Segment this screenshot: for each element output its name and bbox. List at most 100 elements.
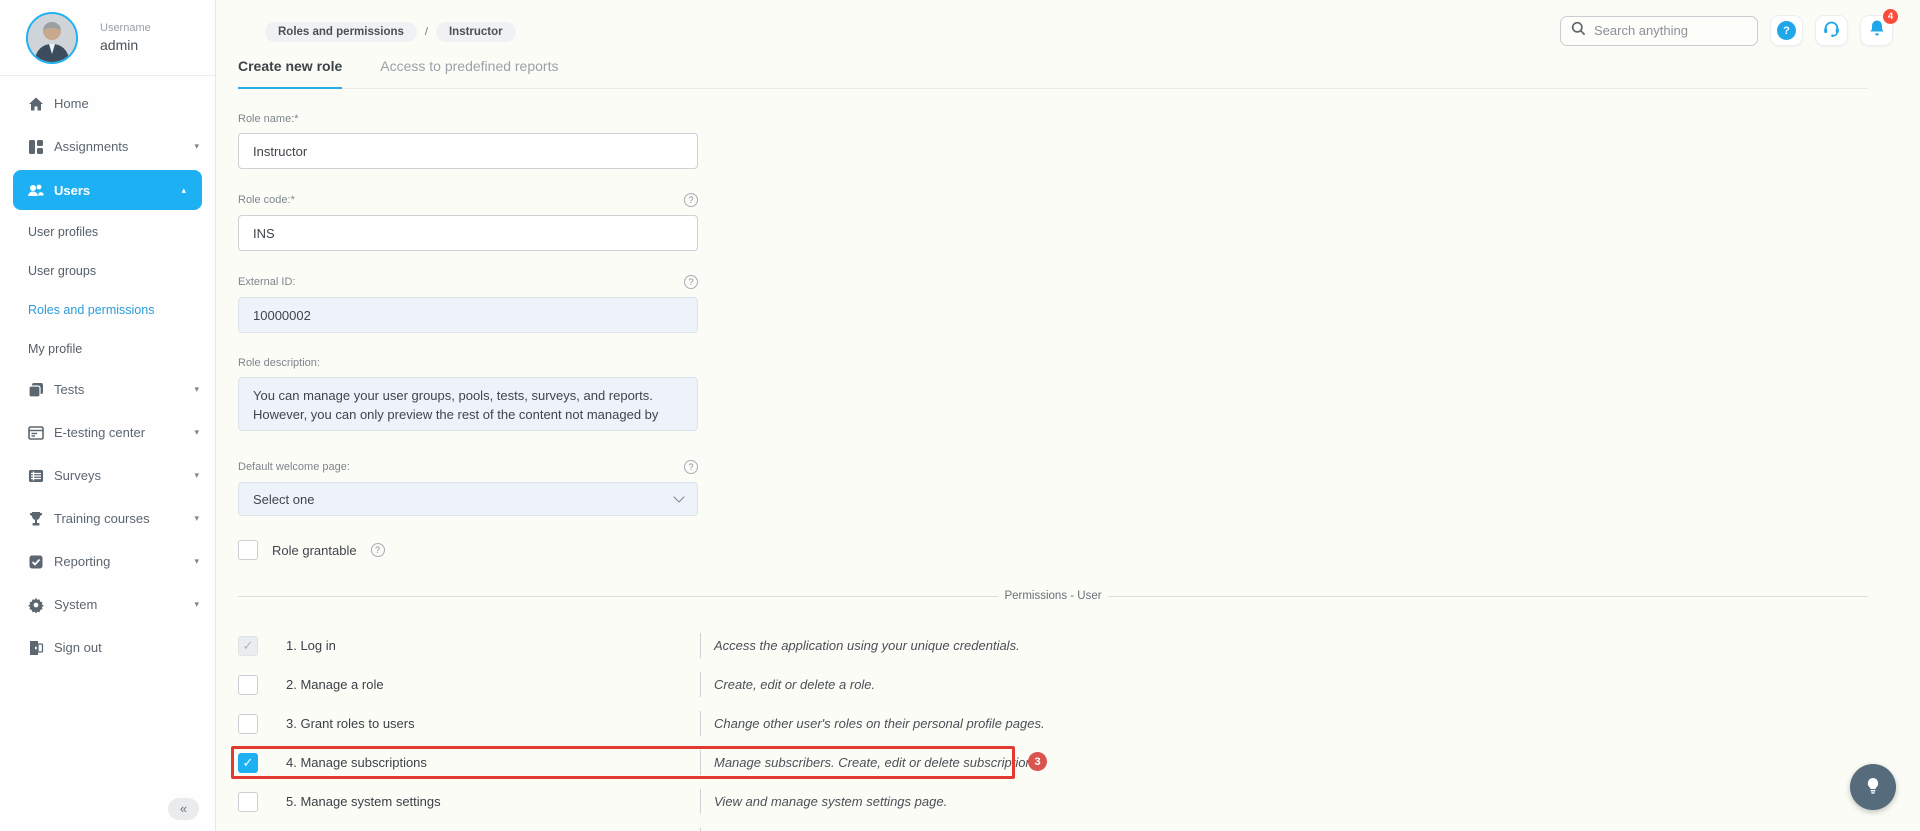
- role-code-label: Role code:*: [238, 194, 295, 206]
- field-role-grantable: ✓ Role grantable ?: [238, 540, 698, 560]
- tab-create-new-role[interactable]: Create new role: [238, 58, 343, 89]
- sidebar-menu: Home Assignments ▾ Users ▴ User profiles: [0, 76, 215, 669]
- default-welcome-page-select[interactable]: Select one: [238, 482, 698, 516]
- field-role-code: Role code:* ?: [238, 193, 698, 251]
- question-mark-icon: ?: [1777, 21, 1796, 40]
- chevron-up-icon: ▴: [181, 184, 186, 195]
- notifications-button[interactable]: 4: [1860, 8, 1899, 46]
- help-circle-icon[interactable]: ?: [684, 460, 698, 474]
- tab-access-to-predefined-reports[interactable]: Access to predefined reports: [380, 58, 558, 89]
- tests-icon: [27, 381, 44, 398]
- help-circle-icon[interactable]: ?: [370, 543, 385, 557]
- role-name-label: Role name:*: [238, 113, 299, 125]
- role-name-input[interactable]: [238, 133, 698, 169]
- home-icon: [27, 95, 44, 112]
- permission-row-access-profiles-page: ✓ 6. Access the 'Profiles' page Access t…: [238, 821, 1868, 831]
- permission-row-manage-system-settings: ✓ 5. Manage system settings View and man…: [238, 782, 1868, 821]
- select-value: Select one: [253, 491, 315, 507]
- chevron-down-icon: ▾: [194, 556, 199, 566]
- default-welcome-page-label: Default welcome page:: [238, 461, 350, 473]
- search-box[interactable]: [1560, 15, 1758, 46]
- permission-checkbox[interactable]: ✓: [238, 713, 258, 734]
- permission-checkbox[interactable]: ✓: [238, 752, 258, 773]
- sign-out-icon: [27, 639, 44, 656]
- role-grantable-checkbox[interactable]: ✓: [238, 540, 258, 560]
- role-description-label: Role description:: [238, 357, 320, 369]
- permission-row-grant-roles-to-users: ✓ 3. Grant roles to users Change other u…: [238, 704, 1868, 743]
- users-icon: [27, 182, 44, 199]
- external-id-label: External ID:: [238, 276, 296, 288]
- user-profile[interactable]: Username admin: [0, 0, 215, 76]
- chevron-down-icon: [673, 491, 685, 503]
- permission-row-log-in: ✓ 1. Log in Access the application using…: [238, 626, 1868, 665]
- tabs: Create new role Access to predefined rep…: [238, 58, 1868, 89]
- field-default-welcome-page: Default welcome page: ? Select one: [238, 460, 698, 516]
- help-circle-icon[interactable]: ?: [684, 193, 698, 207]
- hint-button[interactable]: [1850, 764, 1896, 810]
- permissions-section-divider: Permissions - User: [238, 590, 1868, 602]
- sidebar-item-roles-and-permissions[interactable]: Roles and permissions: [0, 290, 215, 329]
- breadcrumb-instructor[interactable]: Instructor: [435, 22, 516, 42]
- permission-row-manage-subscriptions: ✓ 4. Manage subscriptions Manage subscri…: [231, 743, 1868, 782]
- external-id-input[interactable]: [238, 297, 698, 333]
- reporting-icon: [27, 553, 44, 570]
- main-content: Roles and permissions / Instructor ?: [216, 0, 1920, 831]
- gear-icon: [27, 596, 44, 613]
- sidebar-item-users[interactable]: Users ▴: [13, 170, 202, 210]
- sidebar-item-user-groups[interactable]: User groups: [0, 251, 215, 290]
- sidebar: Username admin Home Assignments ▾ Users …: [0, 0, 216, 831]
- permissions-list: ✓ 1. Log in Access the application using…: [231, 626, 1868, 831]
- permissions-section-title: Permissions - User: [1004, 590, 1102, 602]
- headset-icon: [1822, 19, 1841, 43]
- chevron-down-icon: ▾: [194, 427, 199, 437]
- chevron-down-icon: ▾: [194, 470, 199, 480]
- sidebar-item-e-testing-center[interactable]: E-testing center ▾: [0, 411, 215, 454]
- training-courses-icon: [27, 510, 44, 527]
- chevron-down-icon: ▾: [194, 513, 199, 523]
- top-actions: ? 4: [1560, 8, 1899, 46]
- sidebar-collapse-button[interactable]: «: [168, 798, 199, 820]
- breadcrumb-separator: /: [424, 26, 428, 38]
- surveys-icon: [27, 467, 44, 484]
- chevron-down-icon: ▾: [194, 599, 199, 609]
- sidebar-item-home[interactable]: Home: [0, 82, 215, 125]
- field-external-id: External ID: ?: [238, 275, 698, 333]
- annotation-badge: 3: [1028, 752, 1047, 771]
- bell-icon: [1868, 19, 1886, 42]
- search-icon: [1571, 21, 1586, 41]
- field-role-name: Role name:*: [238, 113, 698, 169]
- chevron-down-icon: ▾: [194, 141, 199, 151]
- sidebar-item-assignments[interactable]: Assignments ▾: [0, 125, 215, 168]
- chevron-down-icon: ▾: [194, 384, 199, 394]
- permission-row-manage-a-role: ✓ 2. Manage a role Create, edit or delet…: [238, 665, 1868, 704]
- sidebar-item-reporting[interactable]: Reporting ▾: [0, 540, 215, 583]
- permission-checkbox[interactable]: ✓: [238, 791, 258, 812]
- breadcrumb-roles-and-permissions[interactable]: Roles and permissions: [265, 22, 417, 42]
- search-input[interactable]: [1594, 23, 1744, 38]
- notification-count-badge: 4: [1882, 8, 1899, 25]
- username-value: admin: [100, 37, 139, 53]
- sidebar-item-user-profiles[interactable]: User profiles: [0, 212, 215, 251]
- field-role-description: Role description: You can manage your us…: [238, 357, 698, 436]
- role-form: Role name:* Role code:* ? External ID: ?: [238, 113, 698, 560]
- role-code-input[interactable]: [238, 215, 698, 251]
- permission-checkbox[interactable]: ✓: [238, 635, 258, 656]
- lightbulb-icon: [1863, 776, 1883, 799]
- username-label: Username: [100, 22, 151, 34]
- role-description-textarea[interactable]: You can manage your user groups, pools, …: [238, 377, 698, 431]
- e-testing-center-icon: [27, 424, 44, 441]
- avatar: [26, 11, 78, 64]
- sidebar-item-my-profile[interactable]: My profile: [0, 329, 215, 368]
- app-root: Username admin Home Assignments ▾ Users …: [0, 0, 1920, 831]
- sidebar-item-system[interactable]: System ▾: [0, 583, 215, 626]
- sidebar-item-sign-out[interactable]: Sign out: [0, 626, 215, 669]
- support-button[interactable]: [1815, 15, 1848, 46]
- assignments-icon: [27, 138, 44, 155]
- sidebar-item-tests[interactable]: Tests ▾: [0, 368, 215, 411]
- help-circle-icon[interactable]: ?: [684, 275, 698, 289]
- role-grantable-label: Role grantable: [272, 542, 357, 558]
- sidebar-item-training-courses[interactable]: Training courses ▾: [0, 497, 215, 540]
- help-button[interactable]: ?: [1770, 15, 1803, 46]
- sidebar-item-surveys[interactable]: Surveys ▾: [0, 454, 215, 497]
- permission-checkbox[interactable]: ✓: [238, 674, 258, 695]
